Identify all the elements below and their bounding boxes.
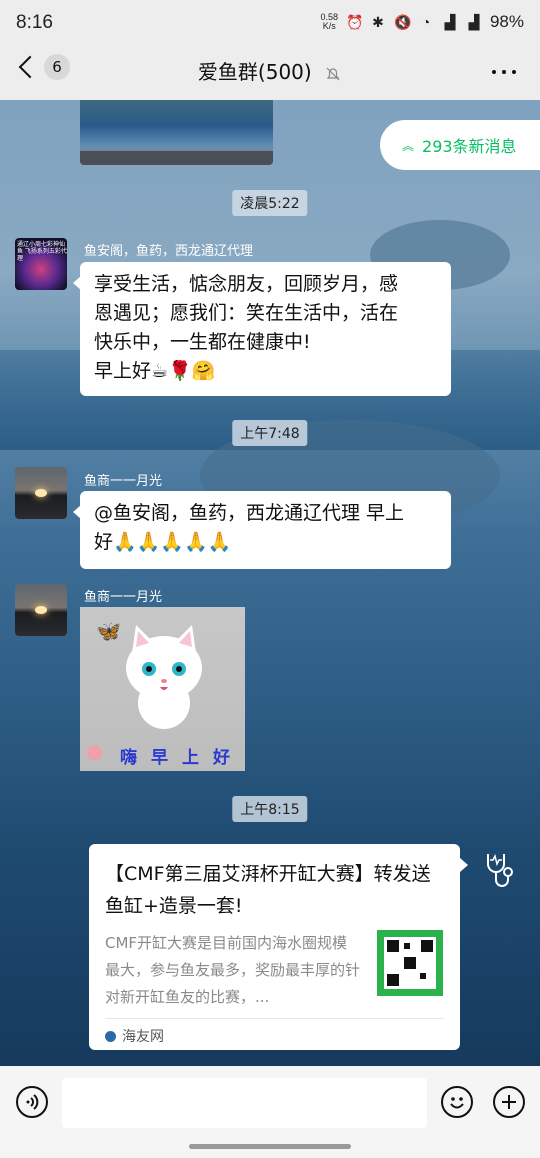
voice-icon	[26, 1094, 39, 1110]
link-card[interactable]: 【CMF第三届艾湃杯开缸大赛】转发送鱼缸+造景一套! CMF开缸大赛是目前国内海…	[89, 844, 468, 1050]
new-messages-button[interactable]: ︽ 293条新消息	[380, 120, 540, 170]
wifi-icon: ◔	[421, 14, 431, 30]
bell-off-icon	[326, 67, 340, 80]
chat-title: 爱鱼群(500)	[197, 60, 312, 84]
avatar[interactable]: 通辽小周七彩神仙鱼 飞扬系列五彩代理	[15, 238, 67, 290]
kitten-sticker	[126, 625, 202, 729]
add-button[interactable]	[493, 1086, 525, 1118]
message-text: 好🙏🙏🙏🙏🙏	[94, 531, 232, 553]
source-icon	[105, 1030, 116, 1042]
status-bar: 8:16 0.58 K/s ⏰ ✱ 🔇 ◔ ▟ ▟ 98%	[0, 0, 540, 48]
qr-code	[384, 937, 436, 989]
message-text: 恩遇见；愿我们：笑在生活中，活在	[94, 302, 399, 324]
qr-thumbnail	[377, 930, 443, 996]
chat-header: 6 爱鱼群(500)	[0, 48, 540, 100]
network-speed: 0.58 K/s	[320, 12, 338, 31]
avatar[interactable]	[15, 584, 67, 636]
sender-name: 鱼安阁，鱼药，西龙通辽代理	[84, 244, 254, 259]
chat-title-wrap: 爱鱼群(500)	[0, 56, 540, 85]
message-bubble[interactable]: @鱼安阁，鱼药，西龙通辽代理 早上 好🙏🙏🙏🙏🙏	[73, 491, 451, 569]
voice-button[interactable]	[16, 1086, 48, 1118]
sunset-sun	[35, 606, 47, 614]
card-divider	[105, 1018, 444, 1019]
new-messages-label: 293条新消息	[422, 137, 517, 156]
status-icons: 0.58 K/s ⏰ ✱ 🔇 ◔ ▟ ▟ 98%	[320, 12, 524, 32]
message-text: 早上好☕🌹🤗	[94, 360, 216, 382]
message-text: 快乐中，一生都在健康中!	[94, 331, 311, 353]
message-text: 享受生活，惦念朋友，回顾岁月，感	[94, 273, 399, 295]
alarm-icon: ⏰	[345, 14, 364, 30]
home-indicator[interactable]	[189, 1144, 351, 1149]
sticker-message[interactable]: 🦋 ● 嗨早上好	[80, 607, 245, 771]
card-description: CMF开缸大赛是目前国内海水圈规模最大，参与鱼友最多，奖励最丰厚的针对新开缸鱼友…	[105, 934, 361, 1006]
qr-dot	[404, 957, 416, 969]
dot-icon	[502, 70, 506, 74]
sunset-sun	[35, 489, 47, 497]
smiley-icon	[450, 1097, 464, 1109]
time-divider: 上午7:48	[232, 420, 308, 446]
source-name: 海友网	[122, 1029, 164, 1045]
paw-icon: ●	[86, 739, 104, 763]
dot-icon	[492, 70, 496, 74]
more-menu-button[interactable]	[492, 70, 516, 74]
chat-area[interactable]: ︽ 293条新消息 凌晨5:22 通辽小周七彩神仙鱼 飞扬系列五彩代理 鱼安阁，…	[0, 100, 540, 1066]
message-text: @鱼安阁，鱼药，西龙通辽代理 早上	[94, 502, 405, 524]
avatar[interactable]	[15, 467, 67, 519]
time-divider: 凌晨5:22	[232, 190, 308, 216]
stethoscope-icon[interactable]	[482, 850, 518, 890]
signal-4g-icon: ▟	[444, 14, 456, 30]
card-source: 海友网	[105, 1026, 164, 1046]
message-bubble[interactable]: 享受生活，惦念朋友，回顾岁月，感 恩遇见；愿我们：笑在生活中，活在 快乐中，一生…	[73, 262, 451, 396]
qr-dot	[387, 940, 399, 952]
qr-dot	[387, 974, 399, 986]
dot-icon	[512, 70, 516, 74]
sticker-caption: 嗨早上好	[120, 748, 244, 768]
message-input[interactable]	[62, 1078, 427, 1128]
status-time: 8:16	[16, 12, 53, 33]
battery-level: 98%	[489, 12, 524, 31]
qr-dot	[404, 943, 410, 949]
tank-rim	[80, 151, 273, 165]
emoji-button[interactable]	[441, 1086, 473, 1118]
sender-name: 鱼商一一月光	[84, 590, 163, 605]
signal-4g-icon: ▟	[468, 14, 480, 30]
avatar-caption: 通辽小周七彩神仙鱼 飞扬系列五彩代理	[17, 241, 67, 262]
card-title: 【CMF第三届艾湃杯开缸大赛】转发送鱼缸+造景一套!	[105, 863, 431, 917]
image-message[interactable]	[80, 100, 273, 165]
input-bar	[0, 1066, 540, 1158]
qr-dot	[420, 973, 426, 979]
time-divider: 上午8:15	[232, 796, 308, 822]
qr-dot	[421, 940, 433, 952]
double-chevron-up-icon: ︽	[402, 138, 415, 153]
mute-icon: 🔇	[393, 14, 412, 30]
plus-icon	[502, 1095, 516, 1109]
sender-name: 鱼商一一月光	[84, 474, 163, 489]
bluetooth-icon: ✱	[372, 14, 384, 30]
